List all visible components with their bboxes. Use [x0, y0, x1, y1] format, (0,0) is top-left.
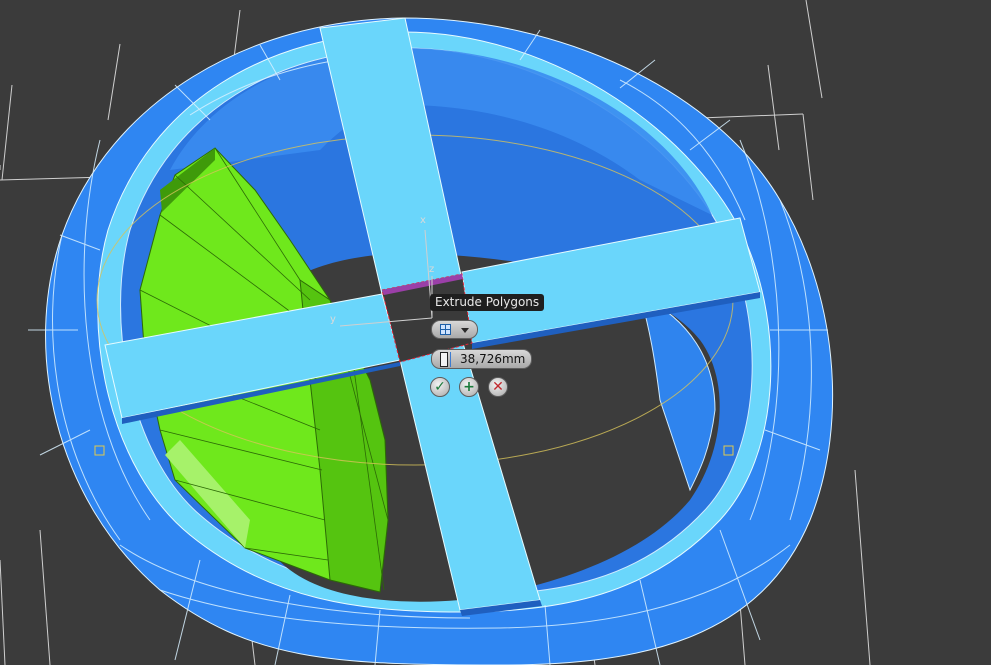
- height-spinner[interactable]: 38,726mm: [431, 349, 532, 369]
- caddy-title: Extrude Polygons: [430, 294, 545, 311]
- perspective-viewport[interactable]: x y z Extrude Polygons 38,726mm ✓ + ✕: [0, 0, 991, 665]
- scene-canvas[interactable]: [0, 0, 991, 665]
- gizmo-x-label: x: [420, 215, 426, 226]
- height-icon: [440, 352, 451, 367]
- gizmo-z-label: z: [429, 264, 435, 275]
- gizmo-y-label: y: [330, 314, 336, 325]
- ok-button[interactable]: ✓: [430, 377, 450, 397]
- apply-and-continue-button[interactable]: +: [459, 377, 479, 397]
- height-value[interactable]: 38,726mm: [460, 352, 525, 367]
- checkmark-icon: ✓: [434, 379, 446, 395]
- cancel-button[interactable]: ✕: [488, 377, 508, 397]
- grid-icon: [440, 324, 451, 335]
- extrusion-type-dropdown[interactable]: [431, 320, 478, 339]
- chevron-down-icon: [461, 328, 469, 333]
- plus-icon: +: [463, 379, 475, 395]
- close-icon: ✕: [492, 379, 504, 395]
